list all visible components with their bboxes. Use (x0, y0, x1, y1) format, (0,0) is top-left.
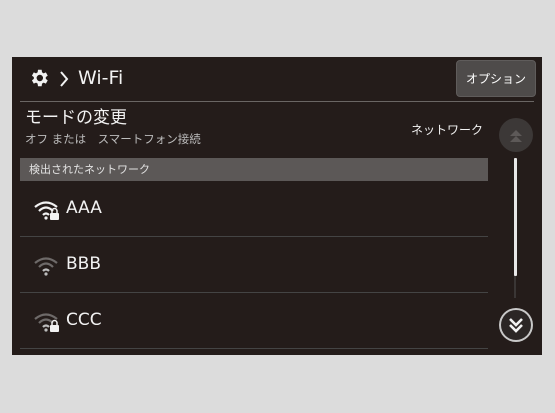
page-title: Wi-Fi (78, 67, 124, 89)
network-name: BBB (66, 254, 101, 274)
mode-value: ネットワーク (410, 123, 483, 137)
detected-networks-header: 検出されたネットワーク (20, 158, 488, 181)
row-divider (20, 348, 488, 349)
mode-title: モードの変更 (25, 108, 127, 128)
mode-change-row[interactable]: モードの変更 オフ または スマートフォン接続 ネットワーク (12, 103, 498, 155)
options-button[interactable]: オプション (456, 60, 536, 97)
wifi-locked-icon (34, 201, 59, 220)
network-name: AAA (66, 198, 102, 218)
network-item-bbb[interactable]: BBB (20, 237, 488, 293)
network-name: CCC (66, 310, 102, 330)
double-chevron-down-icon (501, 310, 531, 340)
scroll-down-button[interactable] (499, 308, 533, 342)
chevron-right-icon (60, 71, 69, 87)
mode-subtitle: オフ または スマートフォン接続 (25, 132, 201, 146)
scrollbar-thumb[interactable] (514, 158, 517, 276)
wifi-settings-screen: Wi-Fi オプション モードの変更 オフ または スマートフォン接続 ネットワ… (12, 57, 542, 355)
header-divider (20, 101, 534, 102)
wifi-locked-icon (34, 313, 59, 332)
network-item-ccc[interactable]: CCC (20, 293, 488, 349)
network-item-aaa[interactable]: AAA (20, 181, 488, 237)
header-bar: Wi-Fi オプション (12, 57, 542, 101)
gear-icon[interactable] (28, 67, 50, 89)
wifi-weak-icon (34, 257, 58, 276)
double-chevron-up-icon (510, 130, 522, 142)
scroll-up-button[interactable] (499, 118, 533, 152)
